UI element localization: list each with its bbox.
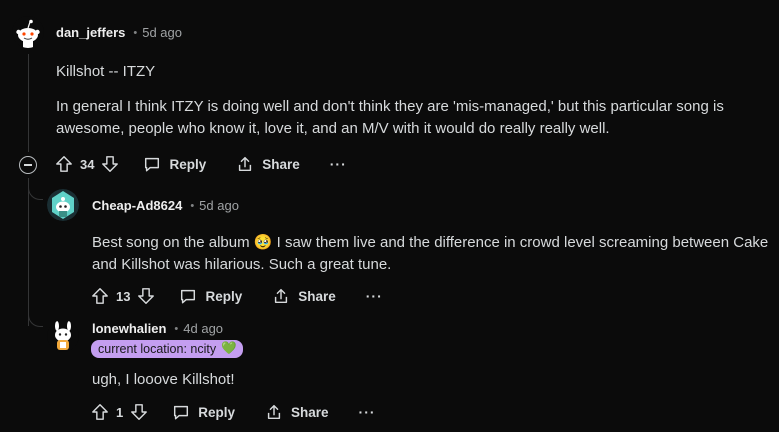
username[interactable]: dan_jeffers bbox=[56, 25, 125, 40]
downvote-button[interactable] bbox=[137, 287, 155, 305]
comment-actions: 1 Reply Share ··· bbox=[91, 403, 376, 421]
collapse-thread-button[interactable] bbox=[19, 156, 37, 174]
thread-line-main[interactable] bbox=[28, 54, 29, 152]
more-options-button[interactable]: ··· bbox=[366, 288, 383, 304]
username[interactable]: Cheap-Ad8624 bbox=[92, 198, 182, 213]
comment-thread: dan_jeffers • 5d ago Killshot -- ITZY In… bbox=[0, 0, 779, 432]
timestamp[interactable]: 5d ago bbox=[199, 198, 239, 213]
comment-meta: Cheap-Ad8624 • 5d ago bbox=[92, 198, 239, 213]
comment-body-paragraph: In general I think ITZY is doing well an… bbox=[56, 98, 724, 137]
thread-line-main-lower[interactable] bbox=[28, 178, 29, 326]
timestamp[interactable]: 4d ago bbox=[183, 321, 223, 336]
timestamp[interactable]: 5d ago bbox=[142, 25, 182, 40]
upvote-button[interactable] bbox=[91, 287, 109, 305]
reply-label: Reply bbox=[198, 404, 235, 420]
separator-dot: • bbox=[174, 322, 179, 335]
share-label: Share bbox=[291, 404, 329, 420]
comment-body-line-1: Killshot -- ITZY bbox=[56, 63, 156, 80]
comment-actions: 34 Reply Share ··· bbox=[55, 155, 347, 173]
user-flair: current location: ncity 💚 bbox=[91, 340, 243, 358]
downvote-button[interactable] bbox=[101, 155, 119, 173]
share-icon bbox=[267, 404, 281, 420]
share-icon bbox=[275, 288, 288, 304]
thread-line-curve-1 bbox=[28, 185, 43, 200]
upvote-button[interactable] bbox=[55, 155, 73, 173]
reddit-avatar-icon bbox=[47, 189, 79, 221]
share-icon bbox=[239, 156, 252, 172]
reply-label: Reply bbox=[205, 288, 243, 304]
comment-body-paragraph: Best song on the album 🥹 I saw them live… bbox=[92, 234, 769, 273]
reply-button[interactable]: Reply bbox=[179, 287, 242, 305]
thread-line-curve-2 bbox=[28, 312, 43, 327]
separator-dot: • bbox=[133, 26, 138, 39]
reddit-snoo-icon bbox=[12, 16, 44, 48]
upvote-button[interactable] bbox=[91, 403, 109, 421]
separator-dot: • bbox=[190, 199, 195, 212]
share-label: Share bbox=[298, 288, 336, 304]
minus-icon bbox=[24, 164, 32, 166]
vote-count: 1 bbox=[116, 404, 124, 420]
share-label: Share bbox=[262, 156, 300, 172]
username[interactable]: lonewhalien bbox=[92, 321, 166, 336]
avatar[interactable] bbox=[47, 320, 79, 352]
downvote-arrow-icon bbox=[102, 156, 119, 172]
comment-body-paragraph: ugh, I looove Killshot! bbox=[92, 371, 235, 388]
downvote-button[interactable] bbox=[130, 403, 148, 421]
avatar[interactable] bbox=[12, 16, 44, 48]
comment-meta: dan_jeffers • 5d ago bbox=[56, 25, 182, 40]
green-heart-icon: 💚 bbox=[221, 341, 237, 355]
more-options-button[interactable]: ··· bbox=[359, 404, 376, 420]
reply-button[interactable]: Reply bbox=[172, 403, 235, 421]
more-options-button[interactable]: ··· bbox=[330, 156, 347, 172]
upvote-arrow-icon bbox=[92, 404, 108, 420]
comment-meta: lonewhalien • 4d ago bbox=[92, 321, 223, 336]
upvote-arrow-icon bbox=[56, 156, 72, 172]
downvote-arrow-icon bbox=[138, 288, 155, 304]
share-button[interactable]: Share bbox=[265, 403, 329, 421]
vote-count: 34 bbox=[80, 156, 95, 172]
share-button[interactable]: Share bbox=[272, 287, 336, 305]
flair-text: current location: ncity bbox=[98, 341, 217, 356]
upvote-arrow-icon bbox=[92, 288, 108, 304]
comment-bubble-icon bbox=[174, 405, 189, 420]
comment-bubble-icon bbox=[145, 157, 160, 172]
reddit-avatar-icon bbox=[47, 320, 79, 352]
comment-actions: 13 Reply Share ··· bbox=[91, 287, 383, 305]
vote-count: 13 bbox=[116, 288, 131, 304]
reply-button[interactable]: Reply bbox=[143, 155, 206, 173]
comment-bubble-icon bbox=[181, 289, 196, 304]
avatar[interactable] bbox=[47, 189, 79, 221]
downvote-arrow-icon bbox=[131, 404, 148, 420]
reply-label: Reply bbox=[169, 156, 207, 172]
share-button[interactable]: Share bbox=[236, 155, 300, 173]
